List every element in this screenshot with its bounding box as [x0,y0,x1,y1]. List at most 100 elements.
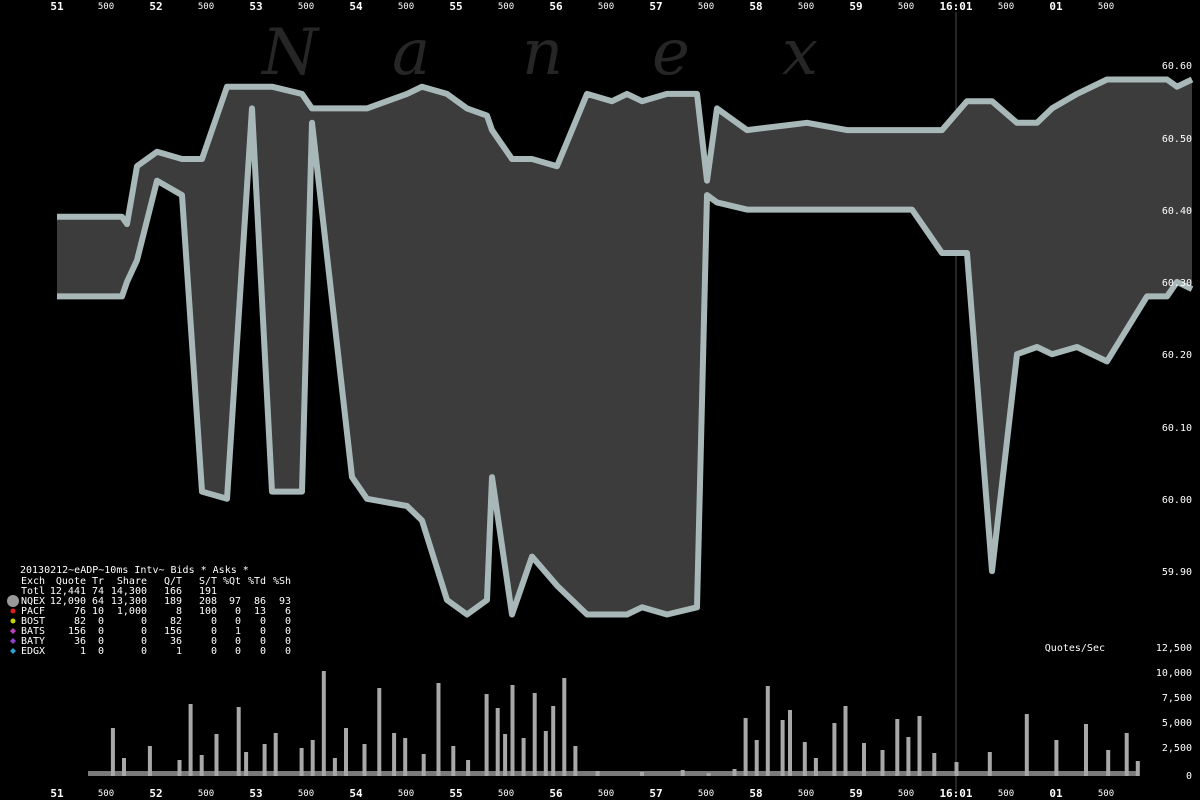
volume-bar [954,762,959,776]
volume-tick-7500: 7,500 [1162,693,1192,704]
x-minor-bottom-4: 500 [398,789,414,799]
nbbo-quote-chart: N a n e x 51 500 52 500 53 500 54 500 55… [0,0,1200,800]
price-tick-60.60: 60.60 [1162,61,1192,72]
watermark-letter-3: e [652,16,690,90]
volume-bar [680,770,685,776]
legend-share: 0 [141,646,147,657]
volume-bar [1054,740,1059,776]
x-minor-bottom-2: 500 [198,789,214,799]
x-major-top-57: 57 [649,0,662,13]
volume-tick-2500: 2,500 [1162,743,1192,754]
x-major-bottom-53: 53 [249,787,262,800]
volume-bar [177,760,182,776]
x-major-top-56: 56 [549,0,563,13]
volume-bar [780,720,785,776]
price-tick-60.40: 60.40 [1162,206,1192,217]
volume-bar [110,728,115,776]
volume-bar [551,706,556,776]
volume-bar [392,733,397,776]
volume-bar [732,769,737,776]
legend-col-psh: %Sh [273,576,291,587]
x-major-top-58: 58 [749,0,762,13]
volume-bar [262,744,267,776]
volume-bar [802,742,807,776]
volume-bar [273,733,278,776]
x-minor-top-3: 500 [298,2,314,12]
volume-axis-label: Quotes/Sec [1045,643,1105,654]
legend-pqt: 0 [235,646,241,657]
volume-bar [362,744,367,776]
x-minor-top-1: 500 [98,2,114,12]
x-minor-top-4: 500 [398,2,414,12]
legend-psh: 0 [285,646,291,657]
volume-bar [503,734,508,776]
x-major-top-52: 52 [149,0,162,13]
legend-col-pqt: %Qt [223,576,241,587]
x-minor-bottom-7: 500 [698,789,714,799]
x-minor-top-6: 500 [598,2,614,12]
x-major-bottom-59: 59 [849,787,862,800]
x-major-bottom-52: 52 [149,787,162,800]
volume-bar [1084,724,1088,776]
legend-marker-bost [10,618,16,624]
x-minor-top-10: 500 [998,2,1014,12]
x-minor-top-5: 500 [498,2,514,12]
x-major-bottom-1601: 16:01 [939,787,972,800]
volume-bar [562,678,567,776]
volume-bar [421,754,426,776]
volume-bar [932,753,937,776]
volume-bar [236,707,241,776]
volume-bar [451,746,456,776]
legend-col-ptd: %Td [248,576,266,587]
watermark-letter-1: a [392,16,430,90]
volume-bar [466,760,471,776]
volume-bar [843,706,848,776]
volume-bar [484,694,489,776]
volume-bar [377,688,382,776]
volume-tick-10000: 10,000 [1156,668,1192,679]
price-tick-60.10: 60.10 [1162,423,1192,434]
volume-bar [1106,750,1111,776]
volume-tick-0: 0 [1186,771,1192,782]
volume-bar [122,758,126,776]
volume-bar [788,710,792,776]
x-major-top-01: 01 [1049,0,1063,13]
volume-bar [987,752,992,776]
x-minor-top-7: 500 [698,2,714,12]
x-major-bottom-58: 58 [749,787,762,800]
legend-tr: 0 [98,646,104,657]
x-minor-top-2: 500 [198,2,214,12]
volume-bar [1024,714,1029,776]
x-minor-bottom-6: 500 [598,789,614,799]
x-minor-top-9: 500 [898,2,914,12]
legend-st: 0 [211,646,217,657]
legend-header: 20130212~eADP~10ms Intv~ Bids * Asks * [20,565,249,576]
watermark-letter-4: x [782,16,818,90]
volume-bar [310,740,315,776]
volume-bar [344,728,348,776]
volume-bar [244,752,249,776]
volume-bar [188,704,193,776]
x-minor-bottom-10: 500 [998,789,1014,799]
volume-bar [543,731,548,776]
volume-tick-12500: 12,500 [1156,643,1192,654]
volume-tick-5000: 5,000 [1162,718,1192,729]
volume-bar [532,693,537,776]
volume-bar [832,723,837,776]
volume-bar [743,718,748,776]
volume-bar [895,719,900,776]
volume-bar [199,755,204,776]
x-minor-bottom-3: 500 [298,789,314,799]
x-minor-bottom-8: 500 [798,789,814,799]
legend-qt: 1 [176,646,182,657]
volume-bar [436,683,441,776]
price-tick-60.20: 60.20 [1162,350,1192,361]
volume-bar [765,686,770,776]
x-minor-bottom-11: 500 [1098,789,1114,799]
watermark-letter-0: N [260,16,320,90]
x-major-top-53: 53 [249,0,262,13]
x-major-top-1601: 16:01 [939,0,972,13]
volume-bar [906,737,911,776]
x-minor-top-11: 500 [1098,2,1114,12]
x-major-bottom-51: 51 [50,787,64,800]
